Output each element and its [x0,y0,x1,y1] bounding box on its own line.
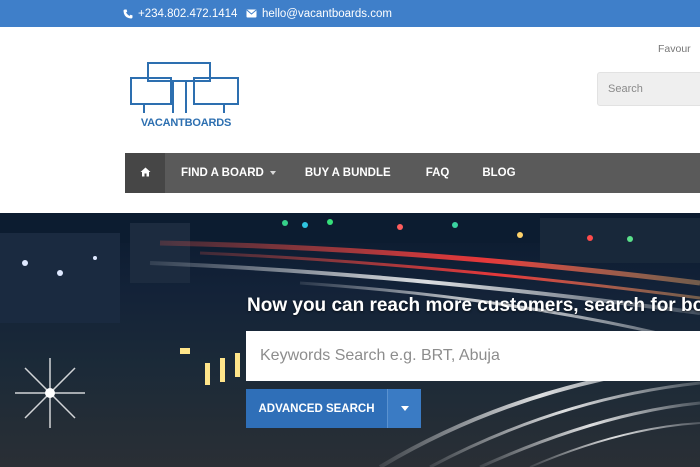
nav-item-label: FIND A BOARD [181,167,264,179]
advanced-search-button[interactable]: ADVANCED SEARCH [246,389,387,428]
advanced-search-toggle[interactable] [387,389,421,428]
caret-down-icon [269,171,276,175]
nav-home[interactable] [125,153,165,193]
hero-headline: Now you can reach more customers, search… [247,295,700,316]
chevron-down-icon [400,406,409,411]
favourites-link[interactable]: Favour [658,43,691,55]
email-address: hello@vacantboards.com [262,7,392,20]
nav-buy-a-bundle[interactable]: BUY A BUNDLE [305,153,391,193]
billboard-logo-graphic [130,62,239,113]
hero-banner: Now you can reach more customers, search… [0,213,700,467]
nav-faq[interactable]: FAQ [426,153,450,193]
phone-contact[interactable]: +234.802.472.1414 [123,0,237,27]
nav-item-label: FAQ [425,167,450,179]
keyword-search-input[interactable] [246,331,700,381]
nav-blog[interactable]: BLOG [482,153,515,193]
phone-icon [123,9,133,19]
nav-item-label: BUY A BUNDLE [304,167,391,179]
nav-item-label: BLOG [482,167,516,179]
phone-number: +234.802.472.1414 [138,7,238,20]
site-search-input[interactable] [597,72,700,106]
site-header: VACANTBOARDS Favour [0,27,700,153]
envelope-icon [246,9,257,18]
home-icon [140,164,151,182]
logo-text: VACANTBOARDS [140,117,232,129]
nav-find-a-board[interactable]: FIND A BOARD [181,153,276,193]
main-nav: FIND A BOARD BUY A BUNDLE FAQ BLOG [125,153,700,193]
email-contact[interactable]: hello@vacantboards.com [246,0,392,27]
contact-bar: +234.802.472.1414 hello@vacantboards.com [0,0,700,27]
site-logo[interactable]: VACANTBOARDS [128,61,244,133]
